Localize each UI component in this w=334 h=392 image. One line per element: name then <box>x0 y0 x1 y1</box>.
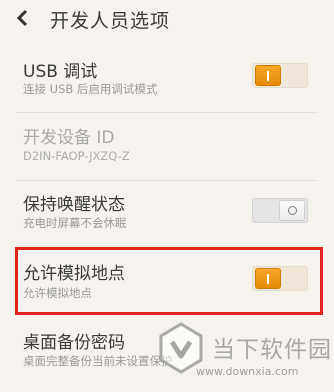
header-bar: 开发人员选项 <box>0 0 334 36</box>
setting-subtitle: 连接 USB 后启用调试模式 <box>23 82 158 96</box>
chevron-left-icon[interactable] <box>16 9 30 27</box>
setting-title: 保持唤醒状态 <box>23 195 125 215</box>
stay-awake-toggle[interactable] <box>252 198 308 223</box>
setting-subtitle: 充电时屏幕不会休眠 <box>23 216 127 230</box>
divider <box>16 112 318 113</box>
setting-title: 桌面备份密码 <box>23 333 125 353</box>
watermark-url: www.downxia.com <box>196 365 299 378</box>
setting-row-stay-awake[interactable]: 保持唤醒状态 充电时屏幕不会休眠 <box>0 182 334 242</box>
setting-row-usb-debugging[interactable]: USB 调试 连接 USB 后启用调试模式 <box>0 50 334 108</box>
setting-title: USB 调试 <box>23 62 98 82</box>
usb-debugging-toggle[interactable] <box>252 63 308 88</box>
divider <box>16 180 318 181</box>
setting-subtitle: 桌面完整备份当前未设置保护 <box>23 354 173 368</box>
setting-row-device-id: 开发设备 ID D2IN-FAOP-JXZQ-Z <box>0 116 334 176</box>
highlight-box <box>15 247 323 315</box>
page-title: 开发人员选项 <box>50 10 171 32</box>
toggle-knob <box>279 200 305 221</box>
toggle-knob <box>255 65 281 86</box>
watermark-text: 当下软件园 <box>212 337 332 363</box>
setting-title: 开发设备 ID <box>23 128 115 148</box>
setting-subtitle: D2IN-FAOP-JXZQ-Z <box>23 149 130 163</box>
